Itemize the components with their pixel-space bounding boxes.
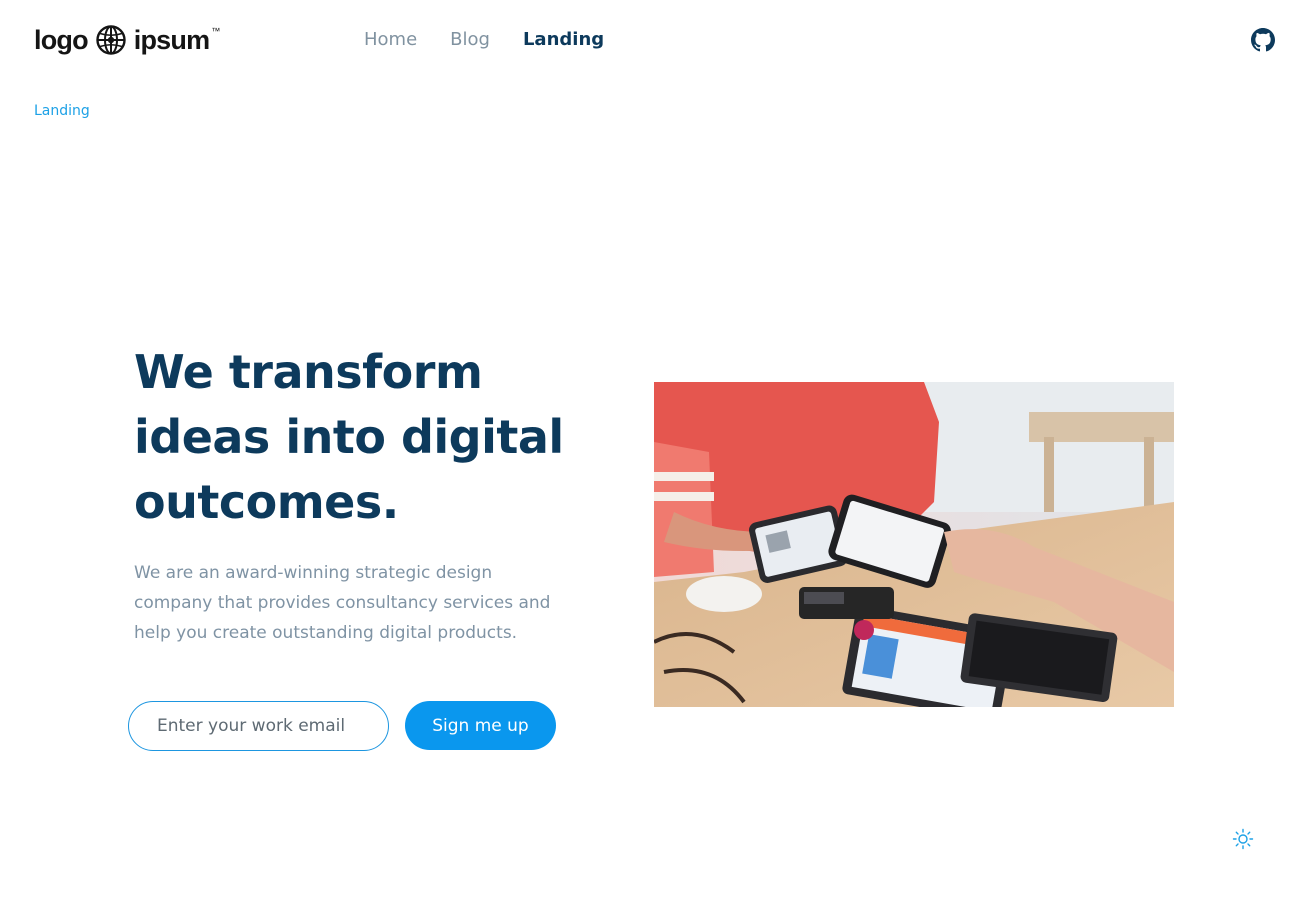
breadcrumb[interactable]: Landing	[34, 102, 90, 120]
hero-image	[654, 382, 1174, 707]
brand-logo[interactable]: logo ipsum ™	[34, 22, 220, 58]
hero-title: We transform ideas into digital outcomes…	[134, 345, 564, 529]
sun-icon[interactable]	[1232, 828, 1254, 850]
globe-icon	[96, 25, 126, 55]
hero-description: We are an award-winning strategic design…	[134, 563, 551, 643]
logo-trademark: ™	[211, 26, 221, 36]
main-nav: Home Blog Landing	[364, 28, 637, 52]
github-icon[interactable]	[1251, 28, 1275, 52]
email-input[interactable]	[128, 701, 389, 751]
logo-word-logo: logo	[34, 24, 89, 55]
nav-item-home[interactable]: Home	[364, 28, 417, 52]
sign-up-button[interactable]: Sign me up	[405, 701, 556, 750]
nav-item-blog[interactable]: Blog	[450, 28, 490, 52]
nav-item-landing[interactable]: Landing	[523, 28, 604, 52]
logo-word-ipsum: ipsum	[133, 24, 210, 55]
